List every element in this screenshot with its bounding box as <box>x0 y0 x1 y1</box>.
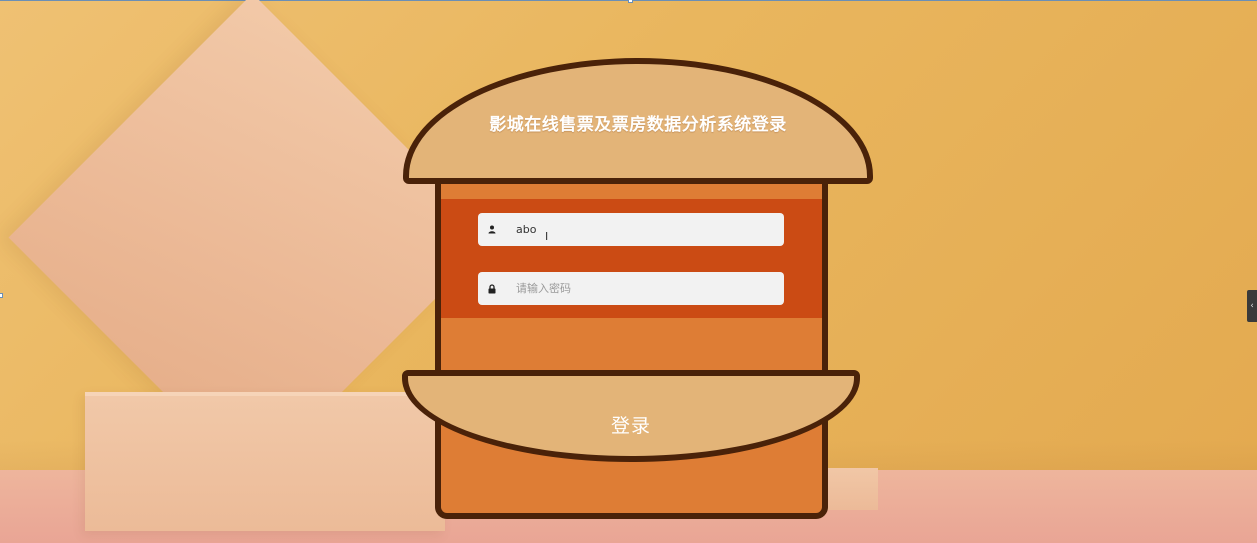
chevron-left-icon: ‹ <box>1250 301 1254 311</box>
login-form: 影城在线售票及票房数据分析系统登录 Ⅰ 登录 <box>0 0 1257 543</box>
password-field[interactable] <box>478 272 784 305</box>
lock-icon <box>486 283 498 295</box>
side-panel-toggle[interactable]: ‹ <box>1247 290 1257 322</box>
text-cursor-icon: Ⅰ <box>545 230 549 243</box>
username-field[interactable] <box>478 213 784 246</box>
username-input[interactable] <box>516 223 766 236</box>
password-input[interactable] <box>516 282 766 295</box>
login-title: 影城在线售票及票房数据分析系统登录 <box>489 115 787 135</box>
user-icon <box>486 224 498 236</box>
